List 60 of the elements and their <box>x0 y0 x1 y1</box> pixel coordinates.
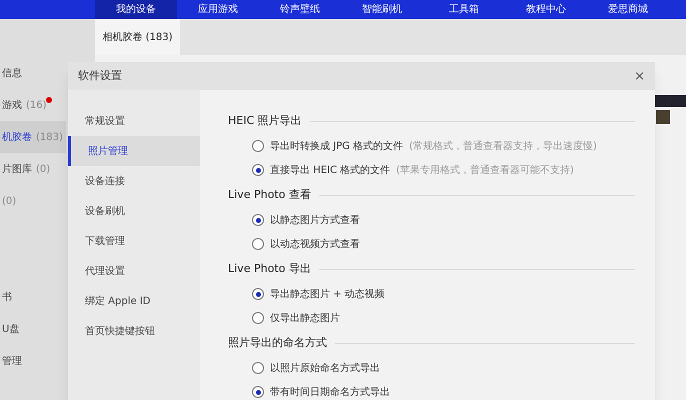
option-label: 直接导出 HEIC 格式的文件 <box>270 164 390 178</box>
sidebar-label: 书 <box>2 290 12 304</box>
settings-nav-item[interactable]: 设备刷机 <box>68 196 200 226</box>
sidebar-item[interactable]: U盘 <box>0 313 66 345</box>
option-label: 带有时间日期命名方式导出 <box>270 386 390 400</box>
sidebar-label: 片图库 <box>2 162 32 176</box>
sidebar-label: 管理 <box>2 354 22 368</box>
option-label: 导出静态图片 + 动态视频 <box>270 288 385 302</box>
radio-button[interactable] <box>252 288 264 300</box>
radio-button[interactable] <box>252 312 264 324</box>
nav-tab[interactable]: 教程中心 <box>505 0 587 19</box>
header-bar <box>655 95 686 107</box>
radio-button[interactable] <box>252 362 264 374</box>
camera-roll-tab[interactable]: 相机胶卷 (183) <box>95 19 180 55</box>
settings-nav-item[interactable]: 设备连接 <box>68 166 200 196</box>
dialog-title: 软件设置 <box>78 68 122 84</box>
option-label: 以照片原始命名方式导出 <box>270 362 380 376</box>
sidebar-label: 机胶卷 <box>2 130 32 144</box>
item-count: (0) <box>2 194 16 208</box>
photo-placeholder <box>656 110 670 124</box>
settings-nav-item[interactable]: 照片管理 <box>68 136 200 166</box>
item-count: (183) <box>36 130 63 144</box>
sidebar-item[interactable]: 信息 <box>0 57 66 89</box>
sidebar-item[interactable]: 游戏 (16) <box>0 89 66 121</box>
close-button[interactable]: × <box>634 70 645 82</box>
sidebar-label: 信息 <box>2 66 22 80</box>
sidebar-item[interactable]: 管理 <box>0 345 66 377</box>
radio-button[interactable] <box>252 238 264 250</box>
nav-tab[interactable]: 智能刷机 <box>341 0 423 19</box>
option-note: (常规格式，普通查看器支持，导出速度慢) <box>409 140 597 154</box>
radio-button[interactable] <box>252 386 264 398</box>
section-title: HEIC 照片导出 <box>228 112 302 129</box>
settings-nav-item[interactable]: 代理设置 <box>68 256 200 286</box>
item-count: (0) <box>36 162 50 176</box>
sidebar-label: U盘 <box>2 322 20 336</box>
option-label: 仅导出静态图片 <box>270 312 340 326</box>
sidebar-item[interactable]: 片图库 (0) <box>0 153 66 185</box>
settings-nav-item[interactable]: 绑定 Apple ID <box>68 286 200 316</box>
sidebar-item[interactable]: 机胶卷 (183) <box>0 121 66 153</box>
section-title: 照片导出的命名方式 <box>228 334 327 351</box>
section-title: Live Photo 查看 <box>228 186 311 203</box>
option-note: (苹果专用格式，普通查看器可能不支持) <box>396 164 574 178</box>
sidebar-item[interactable]: 书 <box>0 281 66 313</box>
nav-tab[interactable]: 工具箱 <box>423 0 505 19</box>
option-label: 以静态图片方式查看 <box>270 214 360 228</box>
section-title: Live Photo 导出 <box>228 260 311 277</box>
sidebar-label: 游戏 <box>2 98 22 112</box>
nav-tab[interactable]: 铃声壁纸 <box>259 0 341 19</box>
settings-nav-item[interactable]: 常规设置 <box>68 106 200 136</box>
nav-tab[interactable]: 我的设备 <box>95 0 177 19</box>
radio-button[interactable] <box>252 214 264 226</box>
radio-button[interactable] <box>252 140 264 152</box>
nav-tab[interactable]: 应用游戏 <box>177 0 259 19</box>
settings-nav-item[interactable]: 下载管理 <box>68 226 200 256</box>
option-label: 导出时转换成 JPG 格式的文件 <box>270 140 404 154</box>
option-label: 以动态视频方式查看 <box>270 238 360 252</box>
nav-tab[interactable]: 爱思商城 <box>587 0 669 19</box>
radio-button[interactable] <box>252 164 264 176</box>
settings-nav-item[interactable]: 首页快捷键按钮 <box>68 316 200 346</box>
item-count: (16) <box>26 98 47 112</box>
